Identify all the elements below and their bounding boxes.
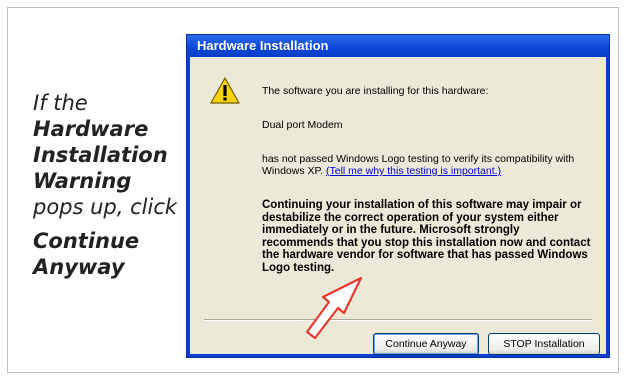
caption-line: Continue	[33, 229, 140, 253]
warning-message: Continuing your installation of this sof…	[262, 199, 591, 274]
caption-line: Installation	[33, 143, 168, 167]
device-name: Dual port Modem	[262, 119, 343, 131]
separator	[204, 319, 592, 321]
tell-me-why-link[interactable]: (Tell me why this testing is important.)	[326, 165, 501, 177]
hardware-installation-dialog: Hardware Installation The software you a…	[186, 34, 610, 358]
pointer-arrow-icon	[305, 276, 363, 340]
caption-line: If the	[33, 91, 88, 115]
intro-text: The software you are installing for this…	[262, 85, 489, 97]
dialog-body: The software you are installing for this…	[190, 57, 606, 355]
caption-line: Anyway	[33, 255, 125, 279]
instruction-caption: If the Hardware Installation Warning pop…	[33, 90, 183, 280]
caption-line: pops up, click	[33, 195, 178, 219]
dialog-title: Hardware Installation	[197, 38, 329, 53]
stop-installation-button[interactable]: STOP Installation	[488, 333, 600, 355]
caption-line: Hardware	[33, 117, 149, 141]
warning-icon	[210, 77, 240, 104]
dialog-titlebar[interactable]: Hardware Installation	[187, 35, 609, 57]
continue-anyway-button[interactable]: Continue Anyway	[373, 333, 479, 355]
logo-testing-text: has not passed Windows Logo testing to v…	[262, 153, 582, 177]
caption-line: Warning	[33, 169, 132, 193]
